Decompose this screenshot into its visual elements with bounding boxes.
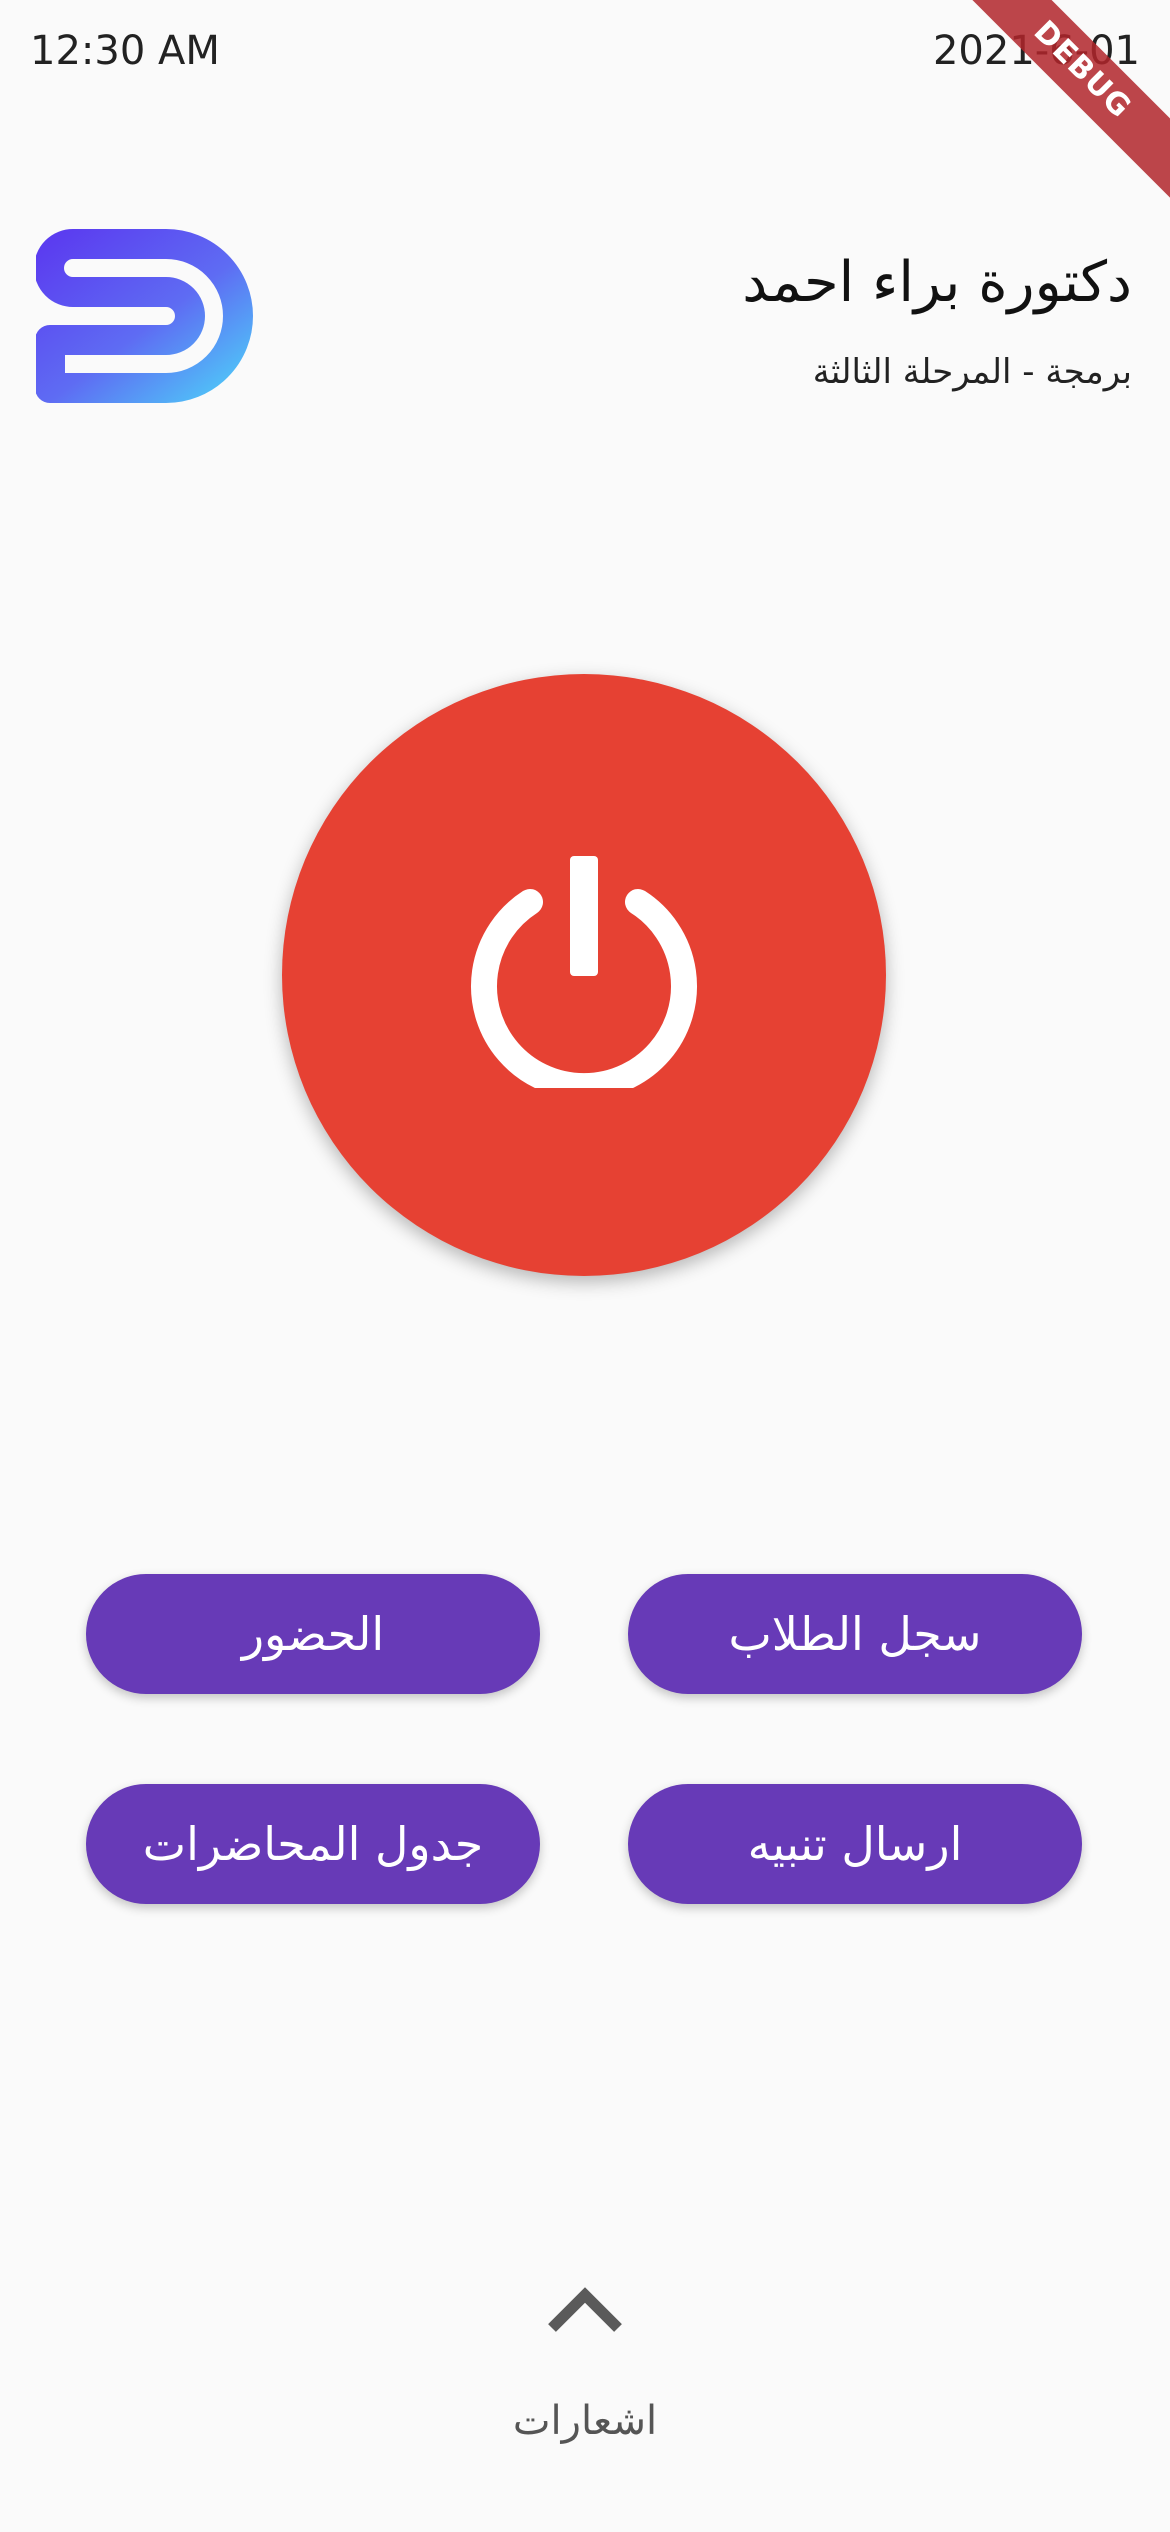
status-date: 2021-6-01 [932,28,1140,74]
attendance-button[interactable]: الحضور [86,1574,540,1694]
app-logo-icon [36,229,253,403]
student-register-button[interactable]: سجل الطلاب [628,1574,1082,1694]
power-icon [471,856,697,1088]
send-alert-button[interactable]: ارسال تنبيه [628,1784,1082,1904]
status-time: 12:30 AM [30,28,220,74]
course-stage: برمجة - المرحلة الثالثة [812,352,1132,392]
doctor-name: دكتورة براء احمد [742,250,1132,315]
chevron-up-icon[interactable] [546,2286,624,2334]
lecture-schedule-button[interactable]: جدول المحاضرات [86,1784,540,1904]
notifications-label[interactable]: اشعارات [385,2398,785,2444]
power-button[interactable] [282,674,886,1276]
